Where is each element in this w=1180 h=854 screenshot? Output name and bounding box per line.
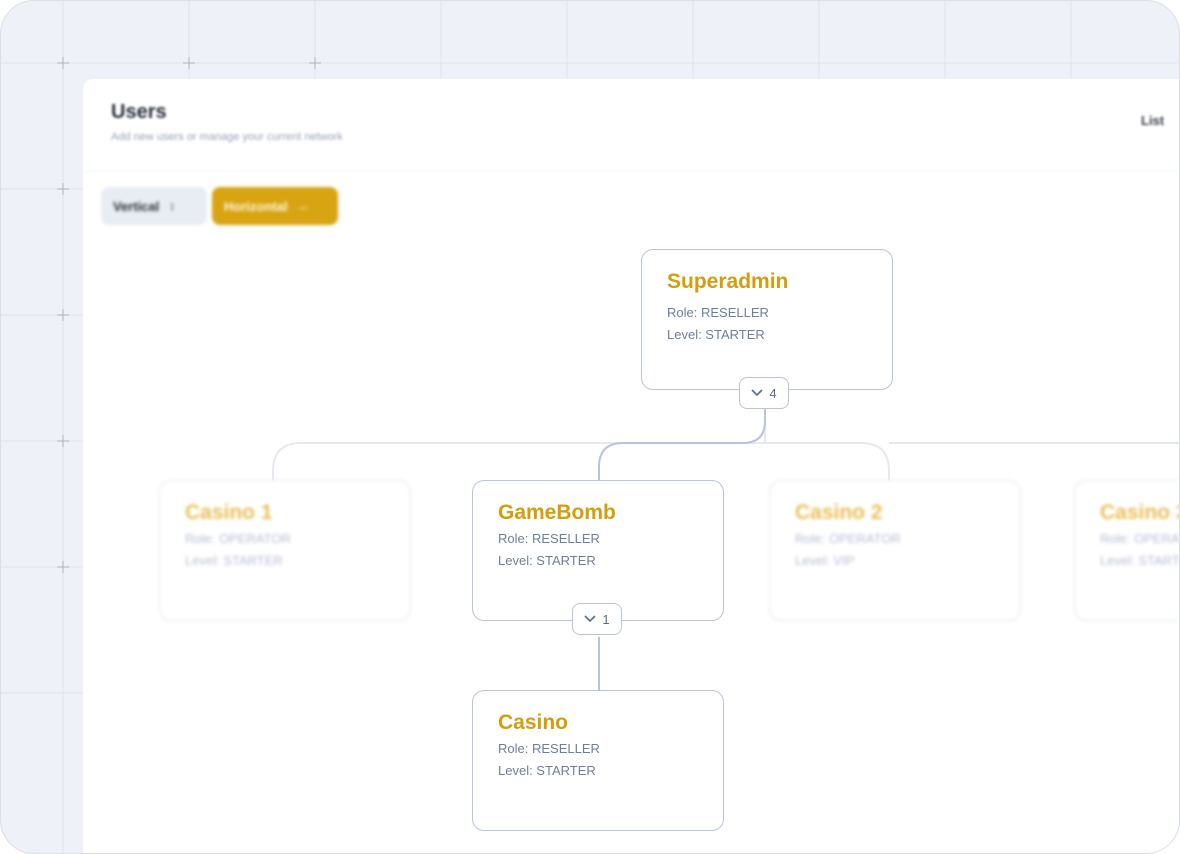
user-name: Casino 1	[185, 501, 273, 524]
user-level: Level: STARTER	[498, 763, 596, 778]
app-frame: Users Add new users or manage your curre…	[0, 0, 1180, 854]
user-tree: Superadmin Role: RESELLER Level: STARTER…	[1, 1, 1180, 853]
user-node-casino-2[interactable]: Casino 2 Role: OPERATOR Level: VIP	[769, 480, 1021, 621]
user-level: Level: STARTER	[185, 553, 283, 568]
children-count: 1	[602, 611, 610, 627]
expand-children-button[interactable]: 1	[572, 603, 622, 635]
user-level: Level: VIP	[795, 553, 855, 568]
user-role: Role: RESELLER	[667, 305, 769, 320]
user-node-casino-1[interactable]: Casino 1 Role: OPERATOR Level: STARTER	[159, 480, 411, 621]
user-role: Role: OPERATOR	[185, 531, 291, 546]
user-node-casino-3[interactable]: Casino 3 Role: OPERATOR Level: STARTER	[1074, 480, 1180, 621]
chevron-down-icon	[584, 615, 596, 623]
user-name: Casino 2	[795, 501, 883, 524]
chevron-down-icon	[751, 389, 763, 397]
user-level: Level: STARTER	[498, 553, 596, 568]
user-name: Casino 3	[1100, 501, 1180, 524]
user-role: Role: RESELLER	[498, 741, 600, 756]
connector-superadmin-gamebomb	[598, 407, 766, 481]
user-name: GameBomb	[498, 501, 616, 524]
user-name: Casino	[498, 711, 569, 734]
expand-children-button[interactable]: 4	[739, 377, 789, 409]
user-node-gamebomb[interactable]: GameBomb Role: RESELLER Level: STARTER	[472, 480, 724, 621]
user-role: Role: RESELLER	[498, 531, 600, 546]
user-role: Role: OPERATOR	[1100, 531, 1179, 546]
user-name: Superadmin	[667, 270, 789, 293]
children-count: 4	[769, 385, 777, 401]
user-level: Level: STARTER	[1100, 553, 1180, 568]
user-role: Role: OPERATOR	[795, 531, 901, 546]
user-node-superadmin[interactable]: Superadmin Role: RESELLER Level: STARTER	[641, 249, 893, 390]
user-level: Level: STARTER	[667, 327, 765, 342]
user-node-casino[interactable]: Casino Role: RESELLER Level: STARTER	[472, 690, 724, 831]
